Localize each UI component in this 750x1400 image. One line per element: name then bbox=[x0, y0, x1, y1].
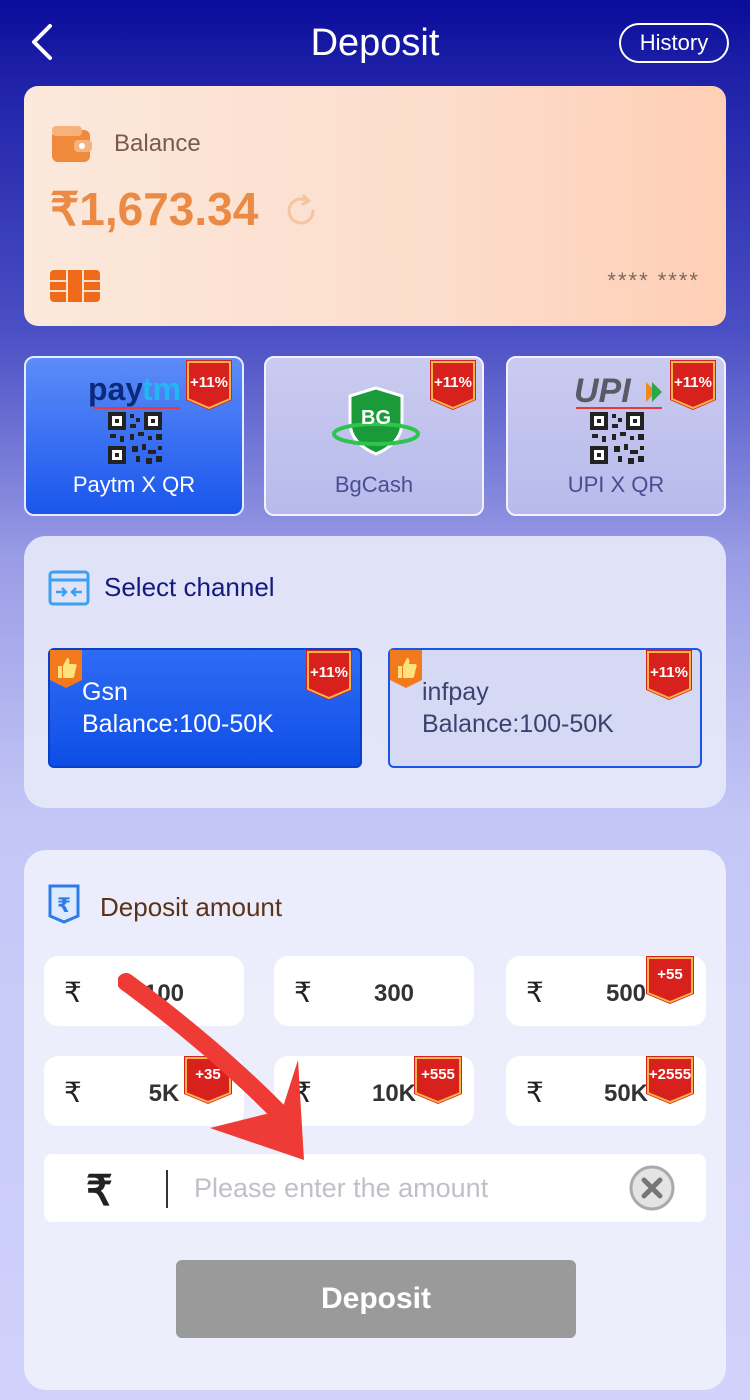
bonus-badge: +555 bbox=[414, 1056, 462, 1106]
deposit-button[interactable]: Deposit bbox=[176, 1260, 576, 1338]
bonus-badge: +11% bbox=[646, 650, 692, 700]
input-divider bbox=[166, 1170, 168, 1208]
bonus-badge: +2555 bbox=[646, 1056, 694, 1106]
channel-section-title: Select channel bbox=[104, 572, 275, 602]
balance-label: Balance bbox=[114, 130, 201, 157]
bonus-badge: +55 bbox=[646, 956, 694, 1006]
amount-option-10k[interactable]: ₹ 10K +555 bbox=[274, 1056, 474, 1126]
channel-range: Balance:100-50K bbox=[422, 710, 614, 738]
channel-range: Balance:100-50K bbox=[82, 710, 274, 738]
svg-text:pay: pay bbox=[88, 372, 143, 407]
amount-option-300[interactable]: ₹ 300 bbox=[274, 956, 474, 1026]
card-chip-icon bbox=[50, 270, 100, 302]
amount-input-row: ₹ bbox=[44, 1154, 706, 1222]
channel-name: Gsn bbox=[82, 678, 128, 706]
bgcash-shield-logo: BG bbox=[332, 386, 420, 456]
upi-qr-logo: UPI bbox=[574, 372, 662, 464]
card-number: **** **** bbox=[607, 268, 700, 293]
amount-option-5k[interactable]: ₹ 5K +35 bbox=[44, 1056, 244, 1126]
channel-panel: Select channel +11% Gsn Balance:100-50K … bbox=[24, 536, 726, 808]
balance-amount: ₹1,673.34 bbox=[50, 183, 259, 235]
bonus-badge: +11% bbox=[186, 360, 232, 410]
header: Deposit History bbox=[0, 0, 750, 86]
amount-section-title: Deposit amount bbox=[100, 892, 283, 922]
amount-value: 100 bbox=[143, 980, 185, 1007]
amount-option-100[interactable]: ₹ 100 bbox=[44, 956, 244, 1026]
method-upi[interactable]: UPI +11% UPI X QR bbox=[506, 356, 726, 516]
channel-infpay[interactable]: +11% infpay Balance:100-50K bbox=[388, 648, 702, 768]
paytm-qr-logo: pay tm bbox=[88, 372, 181, 464]
channel-gsn[interactable]: +11% Gsn Balance:100-50K bbox=[48, 648, 362, 768]
refresh-icon[interactable] bbox=[282, 192, 320, 230]
history-button[interactable]: History bbox=[619, 23, 729, 63]
method-label: BgCash bbox=[334, 472, 414, 497]
rupee-symbol: ₹ bbox=[64, 977, 82, 1008]
amount-value: 300 bbox=[373, 980, 415, 1007]
bonus-badge: +11% bbox=[306, 650, 352, 700]
rupee-symbol: ₹ bbox=[526, 1077, 544, 1108]
clear-icon[interactable] bbox=[628, 1164, 676, 1212]
rupee-document-icon: ₹ bbox=[48, 884, 80, 924]
method-bgcash[interactable]: BG +11% BgCash bbox=[264, 356, 484, 516]
rupee-symbol: ₹ bbox=[86, 1167, 113, 1214]
amount-input[interactable] bbox=[194, 1164, 614, 1212]
method-label: UPI X QR bbox=[567, 472, 665, 497]
bonus-badge: +11% bbox=[670, 360, 716, 410]
svg-text:UPI: UPI bbox=[574, 372, 632, 410]
rupee-symbol: ₹ bbox=[294, 1077, 312, 1108]
svg-text:BG: BG bbox=[361, 407, 391, 429]
method-paytm[interactable]: pay tm +11% Paytm X QR bbox=[24, 356, 244, 516]
payment-methods: pay tm +11% Paytm X QR BG +11% BgCash UP… bbox=[24, 356, 726, 516]
bonus-badge: +11% bbox=[430, 360, 476, 410]
svg-text:₹: ₹ bbox=[57, 893, 71, 917]
balance-card: Balance ₹1,673.34 **** **** bbox=[24, 86, 726, 326]
thumbs-up-icon bbox=[50, 650, 82, 688]
amount-panel: ₹ Deposit amount ₹ 100 ₹ 300 ₹ 500 +55 ₹… bbox=[24, 850, 726, 1390]
channel-transfer-icon bbox=[48, 570, 90, 606]
svg-text:tm: tm bbox=[142, 372, 181, 407]
thumbs-up-icon bbox=[390, 650, 422, 688]
channel-name: infpay bbox=[422, 678, 489, 706]
wallet-icon bbox=[52, 126, 92, 162]
rupee-symbol: ₹ bbox=[294, 977, 312, 1008]
method-label: Paytm X QR bbox=[72, 472, 196, 497]
rupee-symbol: ₹ bbox=[64, 1077, 82, 1108]
amount-option-50k[interactable]: ₹ 50K +2555 bbox=[506, 1056, 706, 1126]
bonus-badge: +35 bbox=[184, 1056, 232, 1106]
amount-option-500[interactable]: ₹ 500 +55 bbox=[506, 956, 706, 1026]
rupee-symbol: ₹ bbox=[526, 977, 544, 1008]
